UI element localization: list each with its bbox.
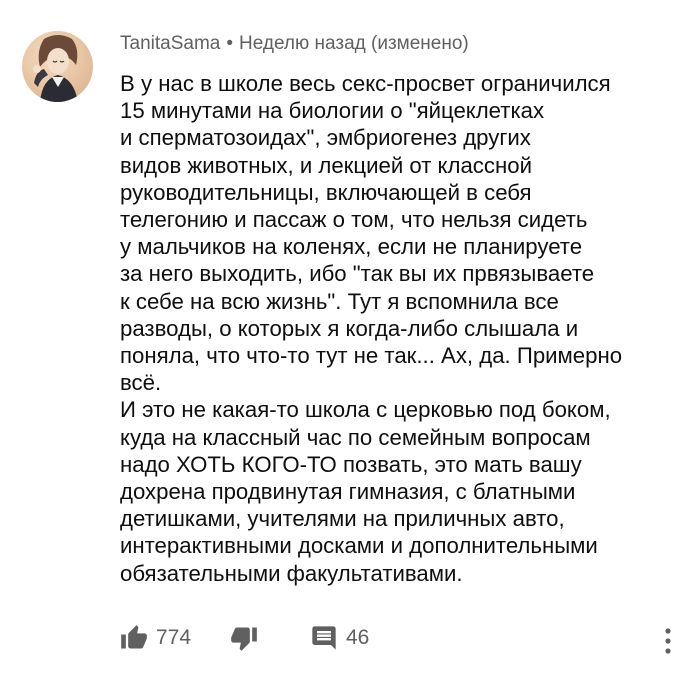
comment-line: В у нас в школе весь секс-просвет ограни… [120, 71, 611, 96]
comment-line: и сперматозоидах", эмбриогенез других [120, 125, 531, 151]
comment-line: детишками, учителями на приличных авто, [120, 506, 565, 532]
avatar[interactable] [22, 31, 93, 102]
author-name[interactable]: TanitaSama [120, 33, 220, 54]
comment-icon[interactable] [310, 624, 338, 652]
comment-line: видов животных, и лекцией от классной [120, 152, 532, 178]
comment-actions: 774 46 [120, 624, 680, 656]
more-options-button[interactable] [658, 626, 678, 656]
comment-line: поняла, что что-то тут не так... Ах, да.… [120, 343, 623, 369]
comment-line: телегонию и пассаж о том, что нельзя сид… [120, 207, 588, 233]
comment-line: всё. [120, 370, 162, 396]
comment-line: 15 минутами на биологии о "яйцеклетках [120, 98, 545, 124]
comment-line: надо ХОТЬ КОГО-ТО позвать, это мать вашу [120, 451, 582, 477]
comment-line: дохрена продвинутая гимназия, с блатными [120, 479, 576, 505]
comment-line: интерактивными досками и дополнительными [120, 533, 598, 559]
comment-line: И это не какая-то школа с церковью под б… [120, 397, 611, 423]
comment-line: разводы, о которых я когда-либо слышала … [120, 315, 579, 341]
vertical-dots-icon[interactable] [658, 626, 678, 656]
comment-line: за него выходить, ибо "так вы их првязыв… [120, 261, 595, 287]
thumbs-down-icon[interactable] [230, 624, 258, 652]
comment-line: у мальчиков на коленях, если не планируе… [120, 234, 583, 260]
comment-header: TanitaSama • Неделю назад (изменено) [120, 33, 469, 55]
reply-button[interactable]: 46 [310, 624, 369, 652]
thumbs-up-icon[interactable] [120, 624, 148, 652]
reply-count: 46 [346, 626, 370, 649]
comment-line: к себе на всю жизнь". Тут я вспомнила вс… [120, 288, 559, 314]
separator-dot: • [226, 33, 233, 54]
comment-line: обязательными факультативами. [120, 560, 463, 586]
avatar-illustration [33, 35, 78, 102]
like-count: 774 [156, 626, 192, 649]
comment-text: В у нас в школе весь секс-просвет ограни… [120, 70, 680, 587]
comment-line: куда на классный час по семейным вопроса… [120, 424, 591, 450]
like-button[interactable]: 774 [120, 624, 191, 652]
dislike-button[interactable] [230, 624, 258, 652]
comment-line: руководительницы, включающей в себя [120, 179, 532, 205]
comment-timestamp[interactable]: Неделю назад (изменено) [239, 33, 469, 54]
